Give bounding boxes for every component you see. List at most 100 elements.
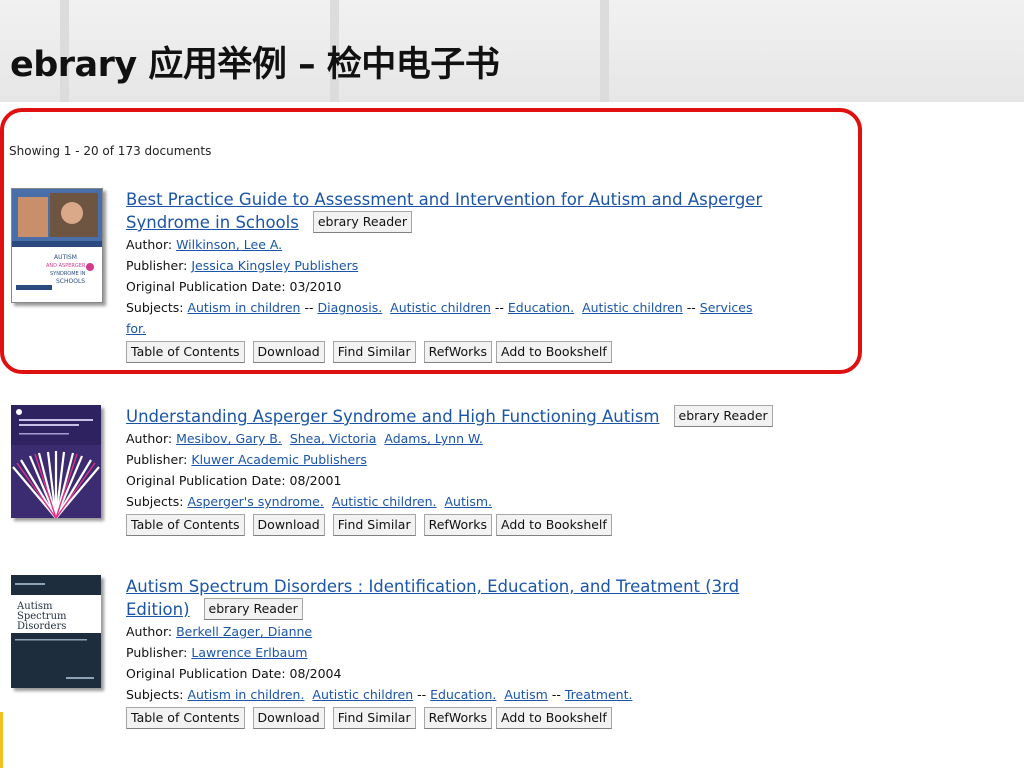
subjects-label: Subjects: — [126, 494, 184, 509]
result-title-link[interactable]: Syndrome in Schools — [126, 213, 299, 232]
subject-link[interactable]: Education. — [430, 687, 496, 702]
pubdate-value: 08/2001 — [289, 473, 342, 488]
pubdate-label: Original Publication Date: — [126, 666, 286, 681]
subject-link[interactable]: Autistic children. — [332, 494, 437, 509]
author-row: Author: Wilkinson, Lee A. — [126, 234, 826, 255]
subject-link[interactable]: Education. — [508, 300, 574, 315]
author-link[interactable]: Adams, Lynn W. — [384, 431, 483, 446]
find-similar-button[interactable]: Find Similar — [332, 341, 416, 363]
result-title-link[interactable]: Best Practice Guide to Assessment and In… — [126, 190, 762, 209]
author-row: Author: Berkell Zager, Dianne — [126, 621, 826, 642]
result-title-link[interactable]: Autism Spectrum Disorders : Identificati… — [126, 577, 739, 596]
subject-link[interactable]: Diagnosis. — [317, 300, 382, 315]
publisher-label: Publisher: — [126, 452, 188, 467]
publisher-row: Publisher: Jessica Kingsley Publishers — [126, 255, 826, 276]
slide-header: ebrary 应用举例 – 检中电子书 — [0, 0, 1024, 102]
table-of-contents-button[interactable]: Table of Contents — [126, 707, 245, 729]
refworks-button[interactable]: RefWorks — [423, 707, 492, 729]
book-cover[interactable]: AUTISM AND ASPERGER SYNDROME IN SCHOOLS — [11, 188, 103, 303]
subjects-label: Subjects: — [126, 687, 184, 702]
cover-text: AND ASPERGER — [46, 263, 86, 269]
find-similar-button[interactable]: Find Similar — [332, 514, 416, 536]
download-button[interactable]: Download — [252, 514, 325, 536]
author-link[interactable]: Wilkinson, Lee A. — [176, 237, 282, 252]
pubdate-row: Original Publication Date: 08/2001 — [126, 470, 826, 491]
action-buttons: Table of Contents Download Find Similar Ref… — [126, 707, 826, 729]
result-info: Autism Spectrum Disorders : Identificati… — [126, 575, 826, 729]
author-row: Author: Mesibov, Gary B. Shea, Victoria … — [126, 428, 826, 449]
author-label: Author: — [126, 624, 173, 639]
pubdate-value: 03/2010 — [289, 279, 342, 294]
book-cover-image: Autism Spectrum Disorders — [11, 575, 101, 688]
pubdate-row: Original Publication Date: 08/2004 — [126, 663, 826, 684]
table-of-contents-button[interactable]: Table of Contents — [126, 341, 245, 363]
refworks-button[interactable]: RefWorks — [423, 514, 492, 536]
results-count: Showing 1 - 20 of 173 documents — [9, 144, 212, 158]
subject-separator: -- — [686, 300, 696, 315]
author-label: Author: — [126, 431, 173, 446]
publisher-link[interactable]: Lawrence Erlbaum — [191, 645, 307, 660]
add-to-bookshelf-button[interactable]: Add to Bookshelf — [496, 341, 612, 363]
subjects-row: Subjects: Asperger's syndrome. Autistic … — [126, 491, 826, 512]
refworks-button[interactable]: RefWorks — [423, 341, 492, 363]
subjects-row: Subjects: Autism in children. Autistic c… — [126, 684, 826, 705]
download-button[interactable]: Download — [252, 707, 325, 729]
download-button[interactable]: Download — [252, 341, 325, 363]
book-cover[interactable]: Autism Spectrum Disorders — [11, 575, 101, 688]
subject-link[interactable]: Services — [700, 300, 753, 315]
slide-title: ebrary 应用举例 – 检中电子书 — [10, 45, 500, 85]
author-link[interactable]: Shea, Victoria — [290, 431, 377, 446]
publisher-label: Publisher: — [126, 258, 188, 273]
book-cover-image: AUTISM AND ASPERGER SYNDROME IN SCHOOLS — [12, 189, 102, 302]
book-cover-image — [11, 405, 101, 518]
subject-link[interactable]: Asperger's syndrome. — [187, 494, 323, 509]
author-link[interactable]: Berkell Zager, Dianne — [176, 624, 312, 639]
ebrary-reader-button[interactable]: ebrary Reader — [673, 405, 773, 427]
action-buttons: Table of Contents Download Find Similar Ref… — [126, 514, 826, 536]
publisher-row: Publisher: Kluwer Academic Publishers — [126, 449, 826, 470]
subject-separator: -- — [551, 687, 561, 702]
left-accent — [0, 712, 3, 768]
subject-separator: -- — [494, 300, 504, 315]
result-info: Best Practice Guide to Assessment and In… — [126, 188, 826, 363]
pubdate-label: Original Publication Date: — [126, 279, 286, 294]
publisher-link[interactable]: Kluwer Academic Publishers — [191, 452, 367, 467]
cover-text: Disorders — [17, 621, 66, 632]
subjects-row-cont: for. — [126, 318, 826, 339]
publisher-row: Publisher: Lawrence Erlbaum — [126, 642, 826, 663]
table-of-contents-button[interactable]: Table of Contents — [126, 514, 245, 536]
subject-link[interactable]: for. — [126, 321, 146, 336]
author-label: Author: — [126, 237, 173, 252]
author-link[interactable]: Mesibov, Gary B. — [176, 431, 282, 446]
cover-text: AUTISM — [54, 254, 77, 261]
ebrary-reader-button[interactable]: ebrary Reader — [312, 211, 413, 233]
book-cover[interactable] — [11, 405, 101, 518]
cover-text: SCHOOLS — [56, 278, 85, 285]
add-to-bookshelf-button[interactable]: Add to Bookshelf — [496, 514, 612, 536]
subjects-row: Subjects: Autism in children -- Diagnosi… — [126, 297, 826, 318]
find-similar-button[interactable]: Find Similar — [332, 707, 416, 729]
subject-link[interactable]: Treatment. — [565, 687, 633, 702]
subject-link[interactable]: Autistic children — [312, 687, 413, 702]
subject-separator: -- — [304, 300, 314, 315]
header-stripe — [600, 0, 609, 102]
subjects-label: Subjects: — [126, 300, 184, 315]
result-info: Understanding Asperger Syndrome and High… — [126, 405, 826, 536]
pubdate-value: 08/2004 — [289, 666, 342, 681]
subject-link[interactable]: Autistic children — [390, 300, 491, 315]
subject-link[interactable]: Autism in children. — [187, 687, 304, 702]
result-title-link[interactable]: Edition) — [126, 600, 190, 619]
result-title-link[interactable]: Understanding Asperger Syndrome and High… — [126, 407, 660, 426]
publisher-link[interactable]: Jessica Kingsley Publishers — [191, 258, 358, 273]
cover-text: SYNDROME IN — [50, 271, 86, 277]
pubdate-label: Original Publication Date: — [126, 473, 286, 488]
publisher-label: Publisher: — [126, 645, 188, 660]
ebrary-reader-button[interactable]: ebrary Reader — [203, 598, 303, 620]
action-buttons: Table of Contents Download Find Similar Ref… — [126, 341, 826, 363]
subject-link[interactable]: Autistic children — [582, 300, 683, 315]
subject-link[interactable]: Autism in children — [187, 300, 300, 315]
pubdate-row: Original Publication Date: 03/2010 — [126, 276, 826, 297]
add-to-bookshelf-button[interactable]: Add to Bookshelf — [496, 707, 612, 729]
subject-link[interactable]: Autism. — [444, 494, 492, 509]
subject-link[interactable]: Autism — [504, 687, 548, 702]
